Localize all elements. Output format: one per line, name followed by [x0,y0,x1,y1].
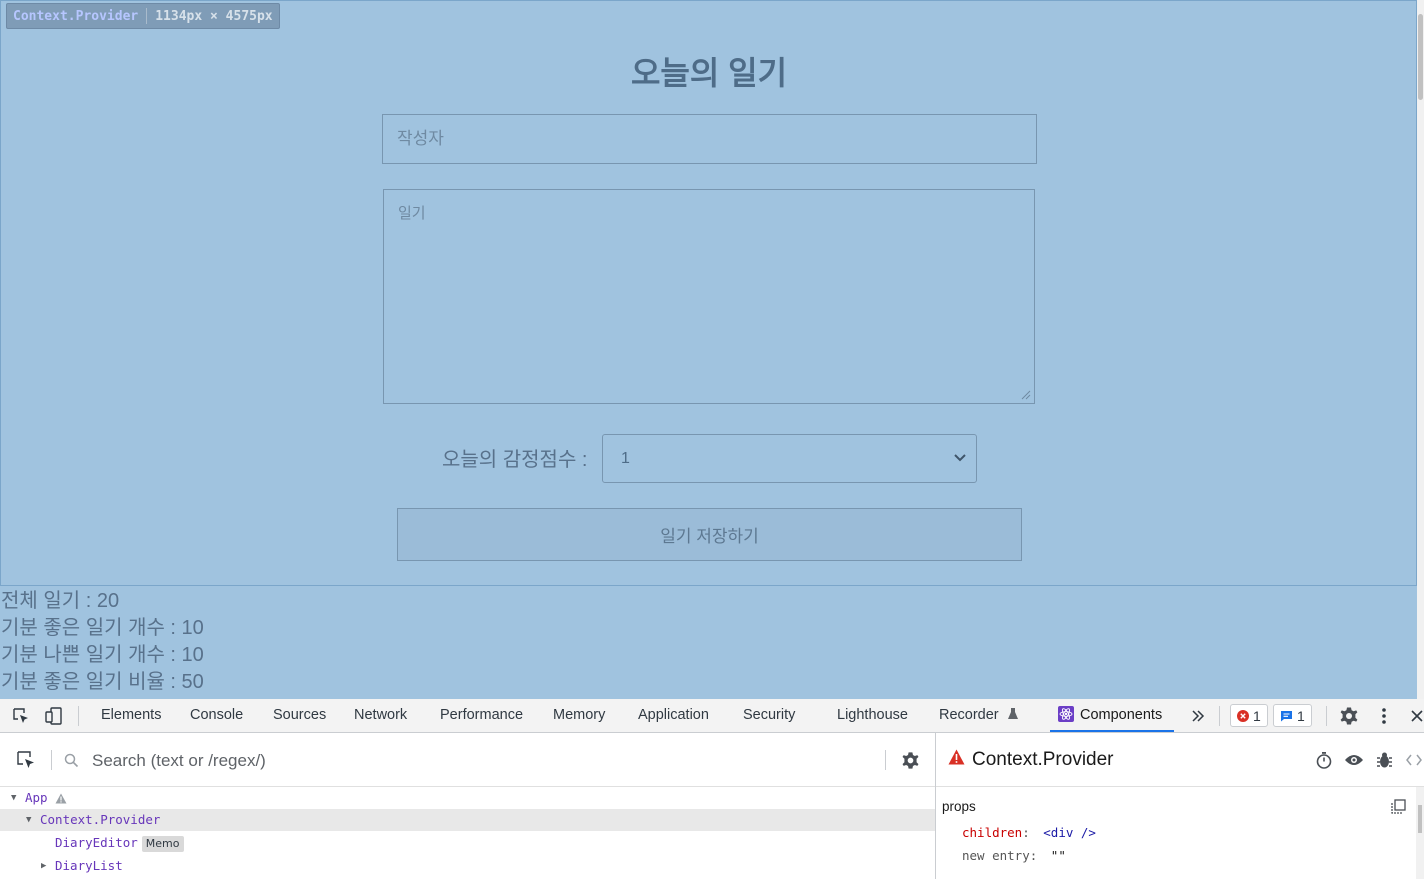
message-count-badge[interactable]: 1 [1273,704,1312,727]
memo-badge: Memo [141,835,184,852]
error-count: 1 [1253,707,1261,724]
tree-item-label: DiaryList [55,858,123,873]
component-search-input[interactable] [90,746,874,776]
component-tree-toolbar [0,733,935,787]
error-icon [1237,709,1249,722]
caret-right-icon[interactable]: ▶ [41,855,46,877]
react-logo-icon [1058,706,1074,722]
eye-icon[interactable] [1343,750,1365,770]
component-details-pane: Context.Provider props children: <div />… [936,733,1424,879]
view-source-icon[interactable] [1404,750,1424,770]
tab-memory[interactable]: Memory [553,699,605,732]
details-scrollbar[interactable] [1416,787,1424,879]
page-background-highlight [0,586,1424,699]
page-scrollbar[interactable] [1417,0,1424,699]
tree-item-app[interactable]: ▼ App [0,787,935,809]
more-options-icon[interactable] [1375,705,1393,727]
select-component-icon[interactable] [15,749,37,771]
inspect-tooltip-name: Context.Provider [13,8,139,24]
device-toolbar-icon[interactable] [44,706,64,726]
tree-item-label: DiaryEditor [55,835,138,850]
tab-lighthouse[interactable]: Lighthouse [837,699,908,732]
tab-recorder-label: Recorder [939,707,999,723]
tree-item-context-provider[interactable]: ▼ Context.Provider [0,809,935,831]
message-icon [1281,710,1292,721]
tree-settings-gear-icon[interactable] [899,749,921,771]
author-input[interactable] [382,114,1037,164]
inspect-tooltip-size: 1134px × 4575px [155,8,273,24]
close-devtools-icon[interactable] [1410,707,1424,725]
bug-icon[interactable] [1374,750,1394,770]
prop-value[interactable]: "" [1051,848,1066,863]
tab-recorder[interactable]: Recorder [939,699,1019,732]
tab-network[interactable]: Network [354,699,407,732]
devtools-panel: Elements Console Sources Network Perform… [0,699,1424,879]
prop-separator: : [1029,848,1038,863]
inspect-tooltip: Context.Provider 1134px × 4575px [6,3,280,29]
prop-key: new entry [962,848,1030,863]
caret-down-icon[interactable]: ▼ [26,809,31,831]
tabbar-divider-3 [1326,706,1327,726]
tree-item-diary-list[interactable]: ▶ DiaryList [0,855,935,877]
component-tree-pane: ▼ App ▼ Context.Provider DiaryEditorMemo… [0,733,935,879]
tab-performance[interactable]: Performance [440,699,523,732]
warning-icon [948,749,965,765]
tabbar-divider [78,706,79,726]
error-count-badge[interactable]: 1 [1230,704,1268,727]
devtools-tabbar: Elements Console Sources Network Perform… [0,699,1424,733]
tabbar-divider-2 [1219,706,1220,726]
prop-value: <div /> [1043,825,1096,840]
props-section-label: props [942,799,976,814]
tree-item-label: App [25,790,48,805]
page-viewport: Context.Provider 1134px × 4575px 오늘의 일기 … [0,0,1424,699]
more-tabs-icon[interactable] [1189,706,1207,726]
resize-grip-icon[interactable] [1019,388,1031,400]
emotion-label: 오늘의 감정점수 : [442,449,588,471]
stopwatch-icon[interactable] [1314,750,1334,770]
emotion-select-value: 1 [621,449,630,467]
stat-bad-count: 기분 나쁜 일기 개수 : 10 [1,644,204,666]
save-diary-button[interactable]: 일기 저장하기 [397,508,1022,561]
tab-components[interactable]: Components [1049,699,1175,732]
content-textarea[interactable] [383,189,1035,404]
tab-application[interactable]: Application [638,699,709,732]
chevron-down-icon [954,454,966,462]
message-count: 1 [1297,707,1305,724]
stat-total: 전체 일기 : 20 [1,590,120,612]
toolbar-divider-2 [885,750,886,770]
settings-gear-icon[interactable] [1338,705,1360,727]
prop-row-new-entry[interactable]: new entry: "" [962,848,1066,863]
tab-sources[interactable]: Sources [273,699,326,732]
page-title: 오늘의 일기 [630,55,788,91]
inspect-tooltip-divider [146,8,148,24]
diary-stats: 전체 일기 : 20 기분 좋은 일기 개수 : 10 기분 나쁜 일기 개수 … [1,589,204,697]
inspect-element-icon[interactable] [11,706,31,726]
selected-component-name: Context.Provider [972,749,1114,770]
tree-item-diary-editor[interactable]: DiaryEditor Memo [0,832,935,854]
tab-components-label: Components [1080,707,1163,723]
caret-down-icon[interactable]: ▼ [11,787,16,809]
toolbar-divider [51,750,52,770]
emotion-select[interactable]: 1 [602,434,977,483]
flask-icon [1007,708,1018,719]
tab-elements[interactable]: Elements [101,699,161,732]
prop-row-children[interactable]: children: <div /> [962,825,1096,840]
page-scrollbar-thumb[interactable] [1418,14,1423,100]
tab-console[interactable]: Console [190,699,243,732]
tab-security[interactable]: Security [743,699,795,732]
warning-icon [55,793,67,804]
prop-key: children [962,825,1023,840]
tree-item-label: Context.Provider [40,812,161,827]
stat-good-ratio: 기분 좋은 일기 비율 : 50 [1,671,204,693]
prop-separator: : [1022,825,1030,840]
stat-good-count: 기분 좋은 일기 개수 : 10 [1,617,204,639]
component-details-header: Context.Provider [936,733,1424,787]
details-scrollbar-thumb[interactable] [1418,805,1422,833]
copy-icon[interactable] [1389,797,1407,815]
search-icon [62,751,80,769]
